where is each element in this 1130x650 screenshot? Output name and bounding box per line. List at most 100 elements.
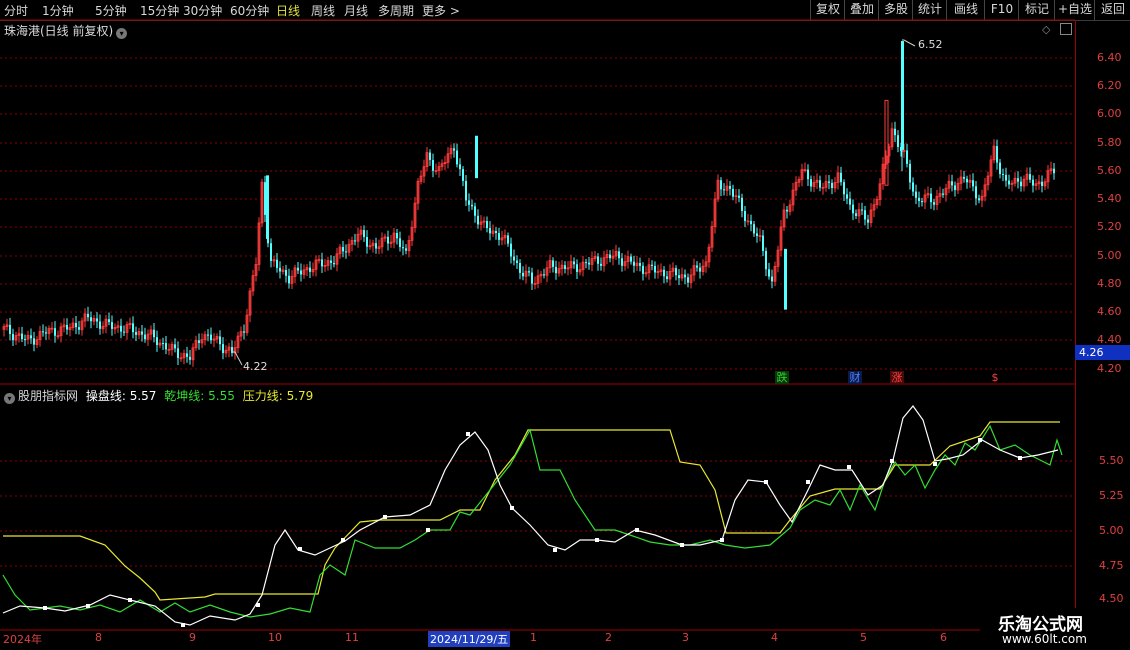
event-finance-marker[interactable]: 财 xyxy=(848,371,862,384)
candle-body-down xyxy=(828,181,830,183)
candle-body-down xyxy=(846,194,848,199)
candle-body-down xyxy=(975,186,977,199)
candle-body-down xyxy=(30,335,32,339)
candle-body-down xyxy=(162,343,164,345)
candle-body-down xyxy=(210,334,212,341)
candle-body-down xyxy=(963,176,965,179)
event-dividend-marker[interactable]: $ xyxy=(988,371,1002,384)
candle-body-down xyxy=(510,243,512,257)
candle-body-down xyxy=(174,344,176,349)
candle-body-down xyxy=(897,135,899,147)
candle-body-down xyxy=(855,213,857,216)
candle-body-down xyxy=(399,238,401,248)
x-axis-label: 10 xyxy=(268,631,282,644)
candle-body-down xyxy=(784,248,787,310)
indicator-axis-label: 4.50 xyxy=(1099,592,1124,605)
candle-body-down xyxy=(807,169,809,180)
back-button[interactable]: 返回 xyxy=(1094,0,1130,20)
candle-body-down xyxy=(513,256,515,261)
candle-body-down xyxy=(87,313,89,318)
x-axis-label: 8 xyxy=(95,631,102,644)
candle-body-down xyxy=(42,331,44,333)
candle-body-down xyxy=(54,328,56,336)
candle-body-down xyxy=(1002,173,1004,175)
candle-body-down xyxy=(285,270,287,276)
signal-dot xyxy=(298,547,302,551)
signal-dot xyxy=(341,538,345,542)
price-axis-label: 5.60 xyxy=(1097,164,1122,177)
candle-body-down xyxy=(108,319,110,323)
candle-body-down xyxy=(666,276,668,280)
candle-body-down xyxy=(456,150,458,165)
candle-body-down xyxy=(744,211,746,221)
candle-body-down xyxy=(495,230,497,234)
candle-body-down xyxy=(639,263,641,266)
candle-body-down xyxy=(633,261,635,266)
signal-dot xyxy=(256,603,260,607)
candle-body-down xyxy=(819,180,821,188)
signal-dot xyxy=(978,438,982,442)
candle-body-down xyxy=(852,204,854,214)
candle-body-down xyxy=(276,259,278,268)
candle-body-down xyxy=(528,271,530,273)
candle-body-down xyxy=(573,261,575,265)
candle-body-down xyxy=(279,267,281,272)
candle-body-down xyxy=(597,256,599,264)
candle-body-down xyxy=(738,195,740,198)
candle-body-down xyxy=(465,180,467,201)
candle-body-down xyxy=(849,198,851,205)
candle-body-down xyxy=(90,317,92,322)
candle-body-down xyxy=(1008,180,1010,185)
candle-body-down xyxy=(621,258,623,266)
candle-body-down xyxy=(405,248,407,251)
candle-body-down xyxy=(75,322,77,328)
candle-body-down xyxy=(741,197,743,212)
signal-dot xyxy=(680,543,684,547)
price-axis-label: 5.40 xyxy=(1097,192,1122,205)
candle-body-down xyxy=(1005,174,1007,181)
candle-body-down xyxy=(912,182,914,192)
candle-body-down xyxy=(489,228,491,234)
candle-body-down xyxy=(843,182,845,195)
candle-body-down xyxy=(153,329,155,338)
candle-body-down xyxy=(123,331,125,333)
candle-body-down xyxy=(363,230,365,238)
candle-body-down xyxy=(111,322,113,329)
candle-body-down xyxy=(576,264,578,272)
candle-body-down xyxy=(555,266,557,274)
signal-dot xyxy=(847,465,851,469)
candle-body-down xyxy=(972,180,974,187)
candle-body-down xyxy=(222,344,224,353)
candle-body-down xyxy=(498,233,500,240)
price-axis-label: 4.80 xyxy=(1097,277,1122,290)
candle-body-down xyxy=(12,333,14,341)
candle-body-down xyxy=(732,188,734,197)
line1-label: 操盘线: xyxy=(85,389,126,403)
event-rise-marker[interactable]: 涨 xyxy=(890,371,904,384)
signal-dot xyxy=(466,432,470,436)
candle-body-down xyxy=(951,181,953,186)
x-axis-label: 11 xyxy=(345,631,359,644)
candle-body-down xyxy=(21,333,23,340)
qiankun-line xyxy=(2,424,1063,618)
candle-body-down xyxy=(609,254,611,259)
signal-dot xyxy=(43,606,47,610)
indicator-dropdown-icon[interactable]: ▾ xyxy=(4,393,15,404)
candle-body-down xyxy=(630,256,632,262)
line3-label: 压力线: xyxy=(242,389,283,403)
pressure-line xyxy=(3,421,1060,601)
line3-value: 5.79 xyxy=(286,389,314,403)
event-fall-marker[interactable]: 跌 xyxy=(775,371,789,384)
candle-body-down xyxy=(141,331,143,335)
candle-body-down xyxy=(894,128,896,136)
candle-body-down xyxy=(810,179,812,187)
indicator-name[interactable]: 股朋指标网 xyxy=(18,389,78,403)
candle-body-down xyxy=(78,327,80,330)
kline-chart[interactable] xyxy=(0,0,1075,632)
candle-body-down xyxy=(978,198,980,201)
candle-body-down xyxy=(333,262,335,265)
candle-body-down xyxy=(831,182,833,189)
price-axis-label: 4.60 xyxy=(1097,305,1122,318)
signal-dot xyxy=(128,598,132,602)
candle-body-down xyxy=(135,332,137,335)
